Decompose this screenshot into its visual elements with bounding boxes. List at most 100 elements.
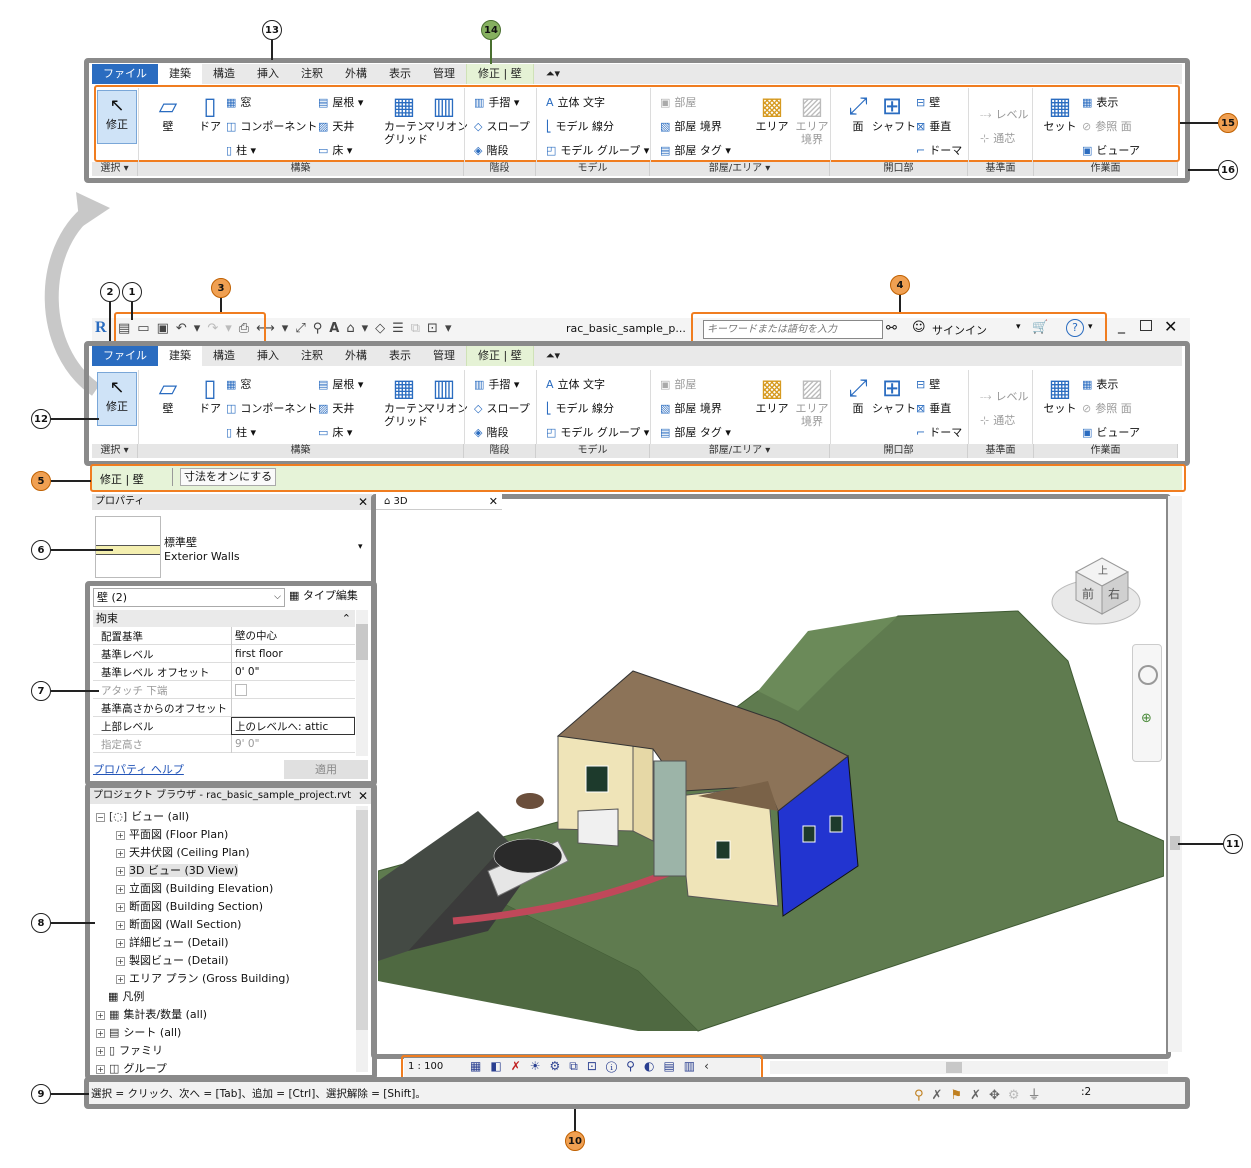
property-value[interactable]	[231, 681, 355, 699]
railing-button[interactable]: ▥ 手摺 ▾	[474, 376, 519, 392]
wall-button[interactable]: ▱ 壁	[148, 92, 188, 133]
drag-select-icon[interactable]: ✥	[989, 1088, 1008, 1103]
dormer-button[interactable]: ⌐ ドーマ	[916, 142, 962, 158]
collapse-icon[interactable]: ⌃	[342, 610, 351, 627]
vertical-button[interactable]: ⊠ 垂直	[916, 400, 951, 416]
modify-button[interactable]: ↖ 修正	[97, 90, 137, 144]
apply-button[interactable]: 適用	[284, 760, 368, 779]
door-button[interactable]: ▯ ドア	[190, 374, 230, 415]
room-tag-button[interactable]: ▤ 部屋 タグ ▾	[660, 142, 731, 158]
select-links-icon[interactable]: ⚲	[914, 1088, 932, 1103]
tab-structure[interactable]: 構造	[202, 346, 246, 366]
model-line-button[interactable]: ⎣ モデル 線分	[546, 118, 614, 134]
attach-checkbox[interactable]	[235, 684, 247, 696]
tree-item[interactable]: ▦ 凡例	[108, 988, 144, 1004]
property-row[interactable]: 基準レベル オフセット 0' 0"	[93, 663, 355, 681]
property-value[interactable]	[231, 699, 355, 717]
panel-select[interactable]: 選択 ▾	[92, 162, 138, 176]
expand-icon[interactable]: +	[116, 885, 125, 894]
close-icon[interactable]: ✕	[358, 494, 368, 510]
tree-item[interactable]: + ▦ 集計表/数量 (all)	[96, 1006, 207, 1022]
wall-button[interactable]: ▱ 壁	[148, 374, 188, 415]
curtain-grid-button[interactable]: ▦ カーテン グリッド	[384, 374, 428, 428]
set-button[interactable]: ▦ セット	[1040, 374, 1080, 415]
property-row[interactable]: アタッチ 下端	[93, 681, 355, 699]
room-separator-button[interactable]: ▧ 部屋 境界	[660, 400, 722, 416]
property-value[interactable]: 0' 0"	[231, 663, 355, 681]
column-button[interactable]: ▯ 柱 ▾	[226, 424, 256, 440]
shaft-button[interactable]: ⊞ シャフト	[872, 374, 916, 415]
panel-room-area[interactable]: 部屋/エリア ▾	[650, 444, 830, 458]
set-button[interactable]: ▦ セット	[1040, 92, 1080, 133]
property-value[interactable]: 9' 0"	[231, 735, 355, 753]
chevron-down-icon[interactable]: ▾	[358, 542, 363, 552]
ramp-button[interactable]: ◇ スロープ	[474, 118, 530, 134]
column-button[interactable]: ▯ 柱 ▾	[226, 142, 256, 158]
select-face-icon[interactable]: ✗	[970, 1088, 989, 1103]
tab-site[interactable]: 外構	[334, 346, 378, 366]
component-button[interactable]: ◫ コンポーネント	[226, 118, 317, 134]
3d-view-icon[interactable]: ⌂▾	[346, 321, 375, 336]
tag-icon[interactable]: ⚲	[313, 321, 330, 336]
tab-manage[interactable]: 管理	[422, 346, 466, 366]
window-button[interactable]: ▦ 窓	[226, 376, 251, 392]
expand-icon[interactable]: +	[96, 1047, 105, 1056]
tree-item[interactable]: + 天井伏図 (Ceiling Plan)	[116, 844, 250, 860]
vertical-button[interactable]: ⊠ 垂直	[916, 118, 951, 134]
model-line-button[interactable]: ⎣ モデル 線分	[546, 400, 614, 416]
expand-icon[interactable]: +	[116, 831, 125, 840]
expand-icon[interactable]: +	[116, 849, 125, 858]
show-button[interactable]: ▦ 表示	[1082, 376, 1118, 392]
ref-plane-button[interactable]: ⊘ 参照 面	[1082, 400, 1132, 416]
text-icon[interactable]: A	[329, 321, 346, 336]
floor-button[interactable]: ▭ 床 ▾	[318, 424, 352, 440]
grid-button[interactable]: ⊹ 通芯	[980, 412, 1015, 428]
property-row[interactable]: 上部レベル 上のレベルへ: attic	[93, 717, 355, 735]
mullion-button[interactable]: ▥ マリオン	[424, 374, 468, 415]
tree-item[interactable]: + ▤ シート (all)	[96, 1024, 181, 1040]
wall-opening-button[interactable]: ⊟ 壁	[916, 94, 940, 110]
expand-icon[interactable]: +	[116, 975, 125, 984]
room-button[interactable]: ▣ 部屋	[660, 94, 696, 110]
tab-file[interactable]: ファイル	[92, 346, 158, 366]
level-button[interactable]: ⤏ レベル	[980, 106, 1028, 122]
tree-item[interactable]: + 製図ビュー (Detail)	[116, 952, 228, 968]
shaft-button[interactable]: ⊞ シャフト	[872, 92, 916, 133]
show-button[interactable]: ▦ 表示	[1082, 94, 1118, 110]
room-button[interactable]: ▣ 部屋	[660, 376, 696, 392]
tree-item[interactable]: + ▯ ファミリ	[96, 1042, 163, 1058]
tab-view[interactable]: 表示	[378, 64, 422, 84]
room-separator-button[interactable]: ▧ 部屋 境界	[660, 118, 722, 134]
tree-item[interactable]: + 断面図 (Building Section)	[116, 898, 263, 914]
area-boundary-button[interactable]: ▨ エリア 境界	[792, 374, 832, 428]
select-underlay-icon[interactable]: ✗	[932, 1088, 951, 1103]
expand-icon[interactable]: +	[116, 867, 125, 876]
curtain-grid-button[interactable]: ▦ カーテン グリッド	[384, 92, 428, 146]
tree-item[interactable]: + 詳細ビュー (Detail)	[116, 934, 228, 950]
select-pinned-icon[interactable]: ⚑	[950, 1088, 970, 1103]
expand-icon[interactable]: +	[116, 957, 125, 966]
roof-button[interactable]: ▤ 屋根 ▾	[318, 376, 363, 392]
filter-count[interactable]: :2	[1081, 1086, 1091, 1098]
filter-icon[interactable]: ⏚	[1028, 1088, 1049, 1103]
expand-icon[interactable]: +	[116, 903, 125, 912]
property-value[interactable]: first floor	[231, 645, 355, 663]
view-cube[interactable]: 上 前 右	[1046, 552, 1146, 632]
viewer-button[interactable]: ▣ ビューア	[1082, 424, 1140, 440]
tree-item[interactable]: + 立面図 (Building Elevation)	[116, 880, 273, 896]
ceiling-button[interactable]: ▨ 天井	[318, 400, 354, 416]
ribbon-minimize-button[interactable]: ⏶▾	[534, 346, 572, 366]
expand-icon[interactable]: +	[116, 939, 125, 948]
tree-item[interactable]: + 平面図 (Floor Plan)	[116, 826, 228, 842]
view-vscroll[interactable]	[1168, 496, 1182, 1052]
props-scrollbar[interactable]	[356, 610, 368, 756]
navigation-bar[interactable]: ⊕	[1132, 644, 1162, 762]
panel-room-area[interactable]: 部屋/エリア ▾	[650, 162, 830, 176]
dormer-button[interactable]: ⌐ ドーマ	[916, 424, 962, 440]
area-button[interactable]: ▩ エリア	[752, 374, 792, 415]
area-boundary-button[interactable]: ▨ エリア 境界	[792, 92, 832, 146]
view-tab[interactable]: ⌂ 3D ✕	[376, 494, 502, 510]
property-value[interactable]: 上のレベルへ: attic	[231, 717, 355, 735]
switch-windows-icon[interactable]: ⊡▾	[427, 321, 458, 336]
instance-selector[interactable]: 壁 (2) ⌵	[93, 588, 285, 607]
